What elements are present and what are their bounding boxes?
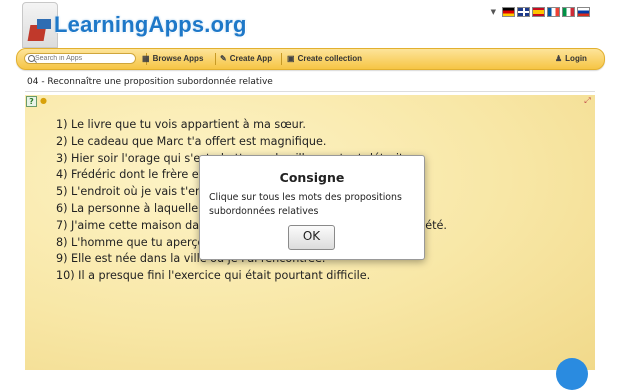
search-input[interactable]	[24, 53, 136, 64]
dialog-title: Consigne	[279, 170, 345, 185]
create-app-link[interactable]: ✎ Create App	[220, 49, 272, 69]
flag-fr-icon[interactable]	[547, 7, 560, 17]
page-title: 04 - Reconnaître une proposition subordo…	[27, 77, 273, 87]
sentence-item[interactable]: 10) Il a presque fini l'exercice qui éta…	[56, 268, 447, 285]
flag-it-icon[interactable]	[562, 7, 575, 17]
nav-divider	[215, 53, 216, 65]
help-icon[interactable]: ?	[26, 96, 37, 107]
language-flags: ▼	[491, 7, 590, 17]
logo-icon	[22, 2, 58, 48]
help-bubble-icon[interactable]	[556, 358, 588, 390]
logo-text: LearningApps.org	[54, 12, 247, 37]
user-icon: ♟	[555, 54, 563, 63]
flag-es-icon[interactable]	[532, 7, 545, 17]
instruction-dialog: Consigne Clique sur tous les mots des pr…	[199, 155, 425, 260]
toolbar: ? ●	[26, 96, 48, 107]
header: LearningApps.org ▼	[0, 0, 620, 48]
lightbulb-icon[interactable]: ●	[39, 96, 48, 105]
flag-ru-icon[interactable]	[577, 7, 590, 17]
pencil-icon: ✎	[220, 54, 227, 63]
divider	[25, 91, 595, 92]
ok-button[interactable]: OK	[288, 225, 335, 250]
search-icon	[28, 55, 35, 62]
nav-bar: ▦Browse Apps ✎Create App ▣Create collect…	[16, 48, 605, 70]
browse-apps-link[interactable]: ▦ Browse Apps	[142, 49, 203, 69]
create-collection-link[interactable]: ▣ Create collection	[287, 49, 362, 69]
collection-icon: ▣	[287, 54, 295, 63]
dropdown-arrow-icon[interactable]: ▼	[491, 8, 496, 16]
fullscreen-icon[interactable]: ⤢	[583, 96, 592, 105]
login-link[interactable]: ♟ Login	[555, 49, 587, 69]
sentence-item[interactable]: 1) Le livre que tu vois appartient à ma …	[56, 117, 447, 134]
nav-divider	[281, 53, 282, 65]
flag-de-icon[interactable]	[502, 7, 515, 17]
flag-gb-icon[interactable]	[517, 7, 530, 17]
dialog-text: Clique sur tous les mots des proposition…	[209, 192, 402, 217]
sentence-item[interactable]: 2) Le cadeau que Marc t'a offert est mag…	[56, 134, 447, 151]
logo[interactable]: LearningApps.org	[22, 2, 246, 48]
grid-icon: ▦	[142, 54, 150, 63]
